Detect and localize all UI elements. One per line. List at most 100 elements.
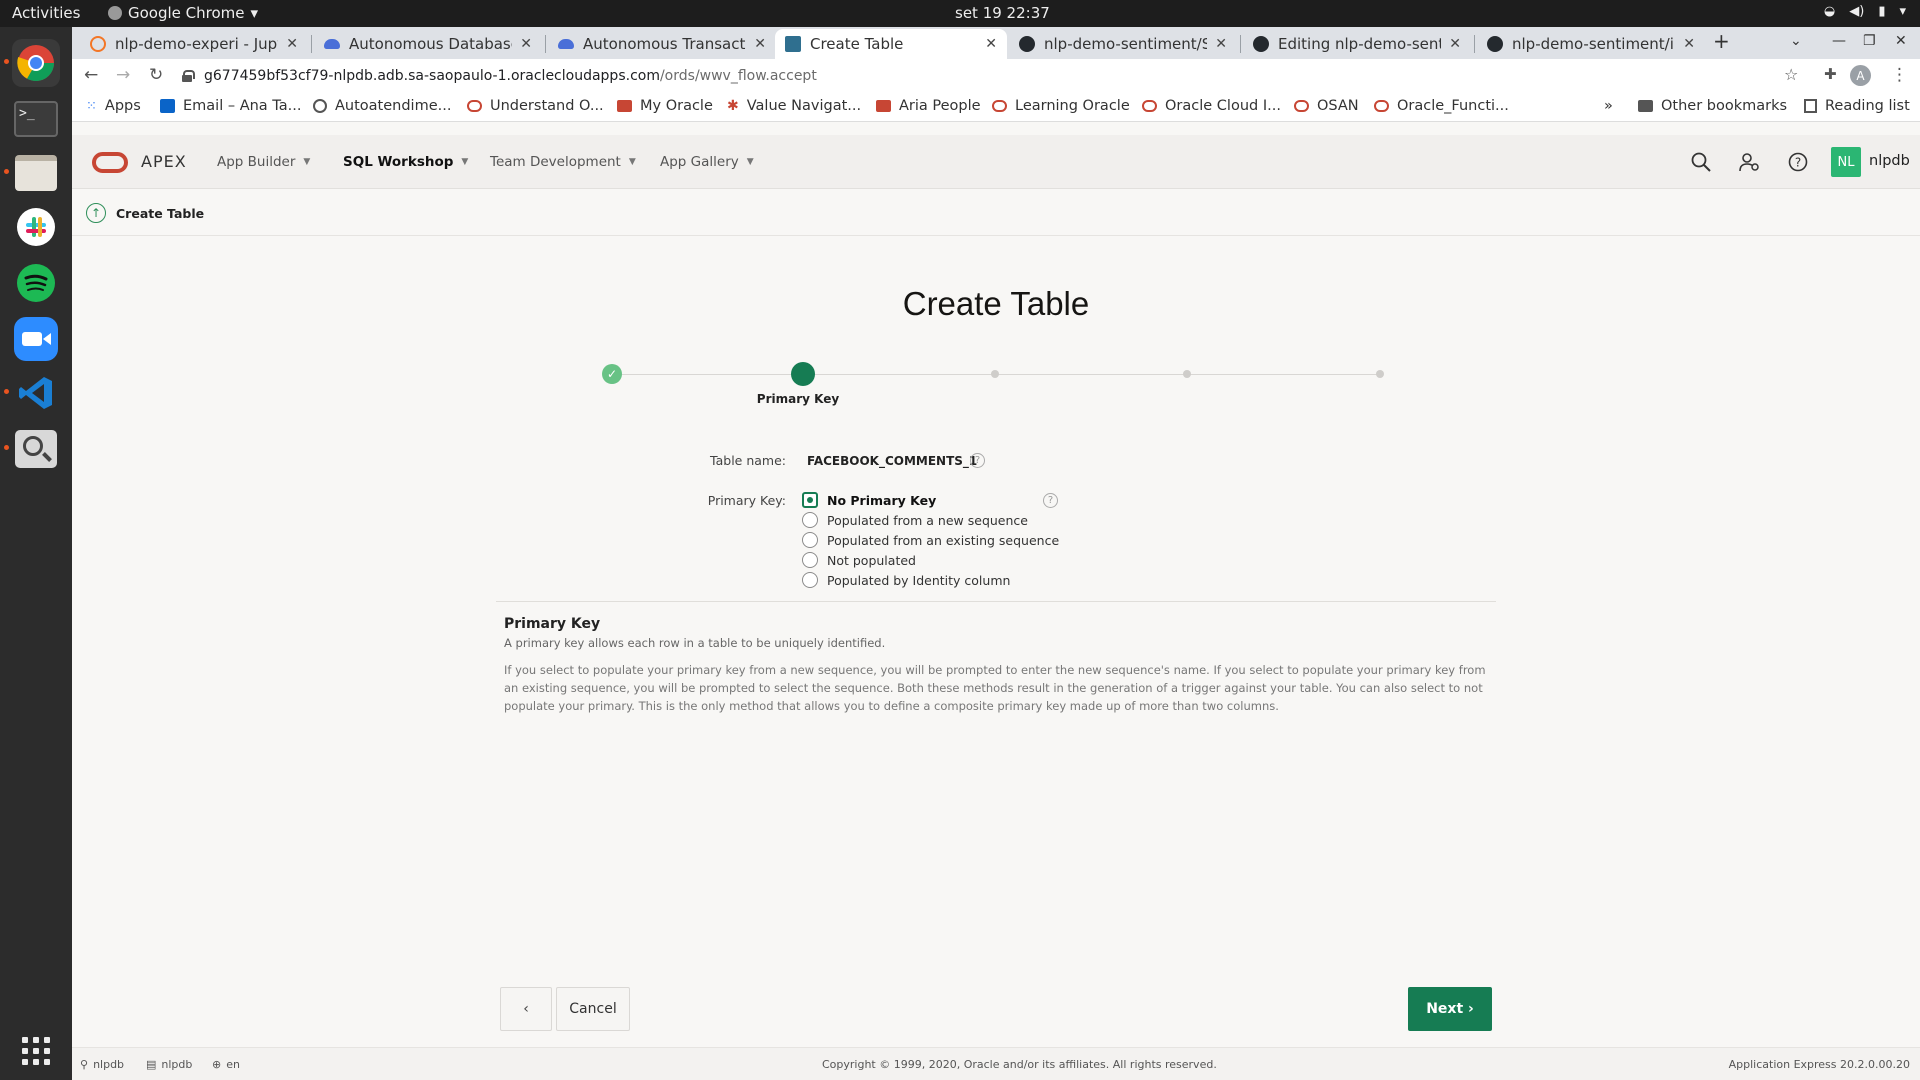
bookmark-aria-people[interactable]: Aria People <box>876 98 981 114</box>
browser-menu-icon[interactable]: ⋮ <box>1891 65 1908 85</box>
oracle-icon <box>992 100 1007 112</box>
new-tab-button[interactable]: + <box>1713 29 1730 53</box>
bookmark-apps[interactable]: ⁙ Apps <box>86 98 141 114</box>
browser-tab[interactable]: nlp-demo-experi - Jupyte ✕ <box>80 29 308 59</box>
browser-tab[interactable]: nlp-demo-sentiment/ima ✕ <box>1477 29 1705 59</box>
reload-icon[interactable]: ↻ <box>149 65 163 85</box>
oracle-logo-icon[interactable] <box>92 152 128 173</box>
back-icon[interactable]: ← <box>84 65 98 85</box>
close-icon[interactable]: ✕ <box>1683 36 1695 52</box>
outlook-icon <box>160 99 175 113</box>
radio-button[interactable] <box>802 492 818 508</box>
browser-tab[interactable]: Autonomous Database ✕ <box>314 29 542 59</box>
app-menu[interactable]: Google Chrome ▾ <box>108 4 258 22</box>
radio-identity-column[interactable]: Populated by Identity column <box>802 572 1010 588</box>
bookmark-understand-oracle[interactable]: Understand O... <box>467 98 604 114</box>
bookmark-oracle-functions[interactable]: Oracle_Functi... <box>1374 98 1509 114</box>
dock-vscode[interactable] <box>4 369 60 417</box>
spotify-icon <box>17 264 55 302</box>
close-icon[interactable]: ✕ <box>754 36 766 52</box>
radio-button[interactable] <box>802 552 818 568</box>
bookmark-my-oracle[interactable]: My Oracle <box>617 98 713 114</box>
close-icon[interactable]: ✕ <box>985 36 997 52</box>
menu-team-development[interactable]: Team Development ▼ <box>490 154 636 170</box>
dock-image-viewer[interactable] <box>4 425 60 473</box>
radio-button[interactable] <box>802 532 818 548</box>
close-icon[interactable]: ✕ <box>286 36 298 52</box>
minimize-button[interactable]: — <box>1832 33 1846 49</box>
dock-files[interactable] <box>4 149 60 197</box>
menu-sql-workshop[interactable]: SQL Workshop ▼ <box>343 154 468 170</box>
tab-search-button[interactable]: ⌄ <box>1790 33 1802 49</box>
show-applications-button[interactable] <box>12 1027 60 1075</box>
footer-language[interactable]: ⊕ en <box>212 1058 240 1071</box>
browser-tab[interactable]: nlp-demo-sentiment/Scr ✕ <box>1009 29 1237 59</box>
radio-not-populated[interactable]: Not populated <box>802 552 916 568</box>
chrome-app-icon <box>108 6 122 20</box>
primary-key-help-icon[interactable]: ? <box>1043 493 1058 508</box>
browser-tab[interactable]: Editing nlp-demo-sentim ✕ <box>1243 29 1471 59</box>
close-icon[interactable]: ✕ <box>1215 36 1227 52</box>
user-menu[interactable]: nlpdb <box>1869 153 1910 169</box>
oracle-icon <box>617 100 632 112</box>
administration-icon[interactable] <box>1737 150 1761 174</box>
radio-new-sequence[interactable]: Populated from a new sequence <box>802 512 1028 528</box>
extensions-icon[interactable]: ✚ <box>1824 65 1837 83</box>
footer-version: Application Express 20.2.0.00.20 <box>1728 1058 1910 1071</box>
browser-tab-active[interactable]: Create Table ✕ <box>775 29 1007 59</box>
bookmarks-overflow-button[interactable]: » <box>1604 98 1613 114</box>
running-indicator <box>4 169 9 174</box>
previous-button[interactable]: ‹ <box>500 987 552 1031</box>
bookmark-label: Email – Ana Ta... <box>183 98 302 114</box>
github-favicon <box>1487 36 1503 52</box>
cloud-favicon <box>324 39 340 49</box>
close-icon[interactable]: ✕ <box>520 36 532 52</box>
help-section-title: Primary Key <box>504 616 601 632</box>
next-button[interactable]: Next › <box>1408 987 1492 1031</box>
dock-chrome[interactable] <box>4 39 60 87</box>
dock-slack[interactable] <box>12 203 60 251</box>
window-close-button[interactable]: ✕ <box>1895 33 1907 49</box>
menu-app-gallery[interactable]: App Gallery ▼ <box>660 154 754 170</box>
menu-app-builder[interactable]: App Builder ▼ <box>217 154 310 170</box>
dock-terminal[interactable]: >_ <box>12 95 60 143</box>
menu-label: Team Development <box>490 154 621 170</box>
bookmark-osan[interactable]: OSAN <box>1294 98 1359 114</box>
help-icon[interactable]: ? <box>1786 150 1810 174</box>
footer-language-label: en <box>226 1058 240 1071</box>
browser-tab[interactable]: Autonomous Transactio ✕ <box>548 29 776 59</box>
bookmark-label: Autoatendime... <box>335 98 452 114</box>
radio-existing-sequence[interactable]: Populated from an existing sequence <box>802 532 1059 548</box>
bookmark-autoatendimento[interactable]: Autoatendime... <box>313 98 451 114</box>
up-arrow-icon[interactable]: ↑ <box>86 203 106 223</box>
dock-zoom[interactable] <box>12 315 60 363</box>
system-tray[interactable]: ◒ ◀) ▮ ▾ <box>1824 4 1906 19</box>
other-bookmarks[interactable]: Other bookmarks <box>1638 98 1787 114</box>
reading-list[interactable]: Reading list <box>1804 98 1910 114</box>
bookmark-email[interactable]: Email – Ana Ta... <box>160 98 301 114</box>
system-clock[interactable]: set 19 22:37 <box>955 4 1050 22</box>
bookmark-star-icon[interactable]: ☆ <box>1784 65 1798 84</box>
profile-avatar[interactable]: A <box>1850 65 1871 86</box>
radio-button[interactable] <box>802 512 818 528</box>
address-bar[interactable]: g677459bf53cf79-nlpdb.adb.sa-saopaulo-1.… <box>182 62 1882 90</box>
dock-spotify[interactable] <box>12 259 60 307</box>
apex-logo-text[interactable]: APEX <box>141 152 187 171</box>
footer-schema: ▤ nlpdb <box>146 1058 192 1071</box>
table-name-help-icon[interactable]: ? <box>970 453 985 468</box>
forward-icon[interactable]: → <box>116 65 130 85</box>
bookmark-value-navigator[interactable]: ✱ Value Navigat... <box>727 98 861 114</box>
radio-no-primary-key[interactable]: No Primary Key <box>802 492 936 508</box>
maximize-button[interactable]: ❐ <box>1863 33 1876 49</box>
bookmark-learning-oracle[interactable]: Learning Oracle <box>992 98 1130 114</box>
chevron-down-icon: ▾ <box>1899 4 1906 19</box>
bookmark-oracle-cloud[interactable]: Oracle Cloud I... <box>1142 98 1281 114</box>
cancel-button[interactable]: Cancel <box>556 987 630 1031</box>
radio-button[interactable] <box>802 572 818 588</box>
avatar[interactable]: NL <box>1831 147 1861 177</box>
search-icon[interactable] <box>1689 150 1713 174</box>
close-icon[interactable]: ✕ <box>1449 36 1461 52</box>
tab-separator <box>1240 35 1241 53</box>
activities-button[interactable]: Activities <box>12 4 80 22</box>
menu-label: App Gallery <box>660 154 739 170</box>
